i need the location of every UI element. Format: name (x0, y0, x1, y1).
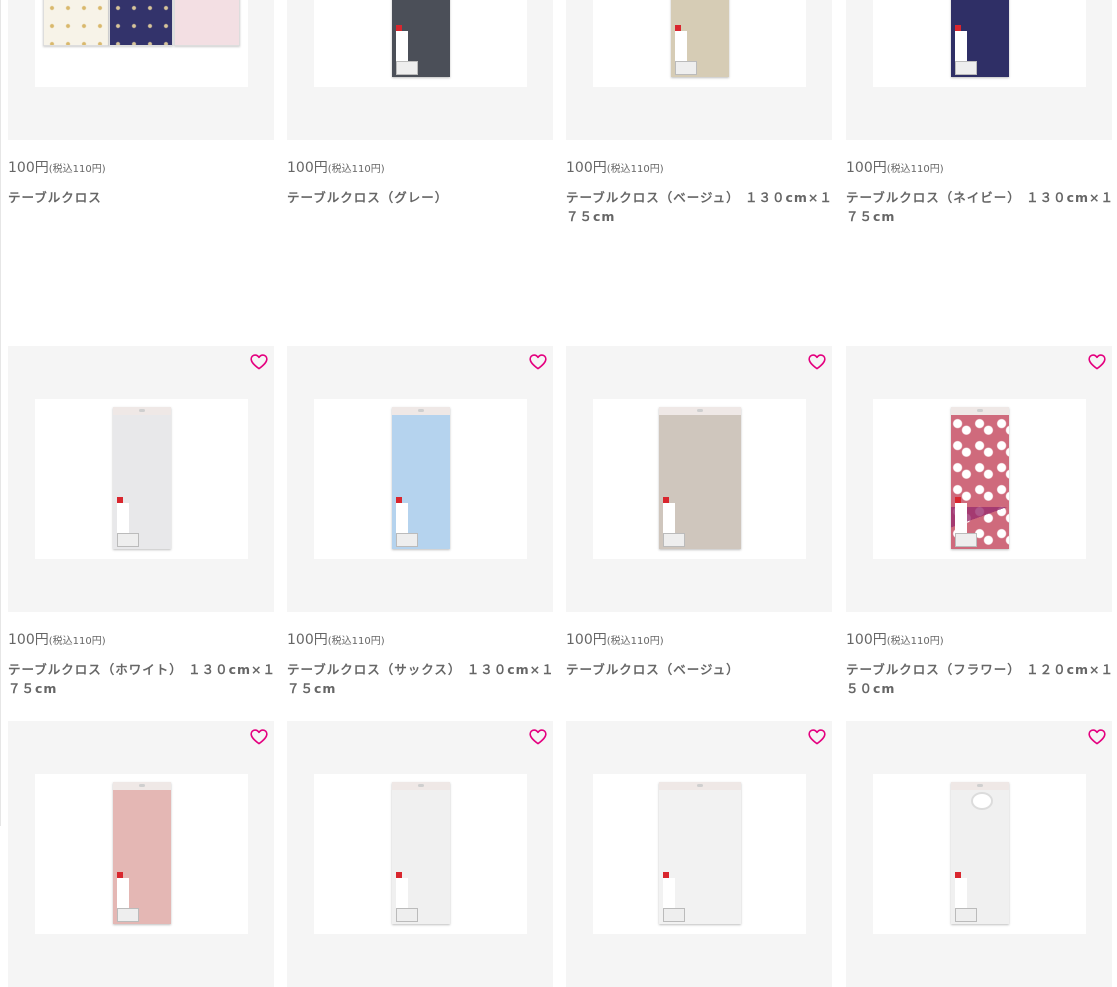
package-image (951, 407, 1009, 549)
package-image (659, 407, 741, 549)
product-photo[interactable] (35, 399, 248, 559)
product-price: 100円(税込110円) (8, 629, 106, 649)
package-image (951, 0, 1009, 77)
product-image-area[interactable] (566, 0, 832, 140)
package-image (392, 407, 450, 549)
product-name-link[interactable]: テーブルクロス (8, 188, 276, 207)
product-name-link[interactable]: テーブルクロス（ベージュ） １３０cm×１７５cm (566, 188, 834, 226)
product-price: 100円(税込110円) (566, 157, 664, 177)
price-tax-included: (税込110円) (327, 164, 385, 175)
price-value: 100円 (566, 632, 607, 648)
package-image (43, 0, 109, 46)
package-image (113, 407, 171, 549)
product-image-area[interactable] (8, 721, 274, 987)
favorite-heart-icon[interactable] (808, 729, 826, 745)
product-image-area[interactable] (287, 721, 553, 987)
price-tax-included: (税込110円) (48, 164, 106, 175)
package-image (671, 0, 729, 77)
product-photo[interactable] (314, 399, 527, 559)
price-value: 100円 (846, 632, 887, 648)
product-photo[interactable] (314, 0, 527, 87)
product-name-link[interactable]: テーブルクロス（グレー） (287, 188, 555, 207)
favorite-heart-icon[interactable] (250, 354, 268, 370)
product-name-link[interactable]: テーブルクロス（フラワー） １２０cm×１５０cm (846, 660, 1114, 698)
package-image (659, 782, 741, 924)
product-image-area[interactable] (846, 721, 1112, 987)
price-value: 100円 (846, 160, 887, 176)
favorite-heart-icon[interactable] (250, 729, 268, 745)
package-image (174, 0, 240, 46)
favorite-heart-icon[interactable] (529, 354, 547, 370)
package-image (113, 782, 171, 924)
favorite-heart-icon[interactable] (529, 729, 547, 745)
product-price: 100円(税込110円) (287, 157, 385, 177)
product-image-area[interactable] (846, 346, 1112, 612)
price-value: 100円 (8, 632, 49, 648)
product-name-link[interactable]: テーブルクロス（ホワイト） １３０cm×１７５cm (8, 660, 276, 698)
package-image (392, 0, 450, 77)
price-tax-included: (税込110円) (48, 636, 106, 647)
favorite-heart-icon[interactable] (808, 354, 826, 370)
product-photo[interactable] (593, 399, 806, 559)
product-photo[interactable] (314, 774, 527, 934)
price-value: 100円 (8, 160, 49, 176)
price-value: 100円 (566, 160, 607, 176)
product-price: 100円(税込110円) (287, 629, 385, 649)
product-photo[interactable] (35, 0, 248, 87)
package-image (951, 782, 1009, 924)
package-image (109, 0, 173, 46)
product-photo[interactable] (593, 0, 806, 87)
price-tax-included: (税込110円) (886, 164, 944, 175)
favorite-heart-icon[interactable] (1088, 729, 1106, 745)
product-photo[interactable] (873, 0, 1086, 87)
page-left-border (0, 0, 1, 826)
price-value: 100円 (287, 632, 328, 648)
product-name-link[interactable]: テーブルクロス（ネイビー） １３０cm×１７５cm (846, 188, 1114, 226)
price-tax-included: (税込110円) (327, 636, 385, 647)
product-photo[interactable] (873, 399, 1086, 559)
price-value: 100円 (287, 160, 328, 176)
product-image-area[interactable] (287, 0, 553, 140)
product-image-area[interactable] (8, 0, 274, 140)
product-photo[interactable] (35, 774, 248, 934)
product-name-link[interactable]: テーブルクロス（サックス） １３０cm×１７５cm (287, 660, 555, 698)
product-photo[interactable] (873, 774, 1086, 934)
product-image-area[interactable] (566, 346, 832, 612)
price-tax-included: (税込110円) (886, 636, 944, 647)
product-price: 100円(税込110円) (846, 629, 944, 649)
product-image-area[interactable] (287, 346, 553, 612)
product-image-area[interactable] (566, 721, 832, 987)
product-name-link[interactable]: テーブルクロス（ベージュ） (566, 660, 834, 679)
product-image-area[interactable] (846, 0, 1112, 140)
package-image (392, 782, 450, 924)
product-price: 100円(税込110円) (566, 629, 664, 649)
favorite-heart-icon[interactable] (1088, 354, 1106, 370)
product-price: 100円(税込110円) (846, 157, 944, 177)
price-tax-included: (税込110円) (606, 164, 664, 175)
product-image-area[interactable] (8, 346, 274, 612)
product-price: 100円(税込110円) (8, 157, 106, 177)
price-tax-included: (税込110円) (606, 636, 664, 647)
product-photo[interactable] (593, 774, 806, 934)
